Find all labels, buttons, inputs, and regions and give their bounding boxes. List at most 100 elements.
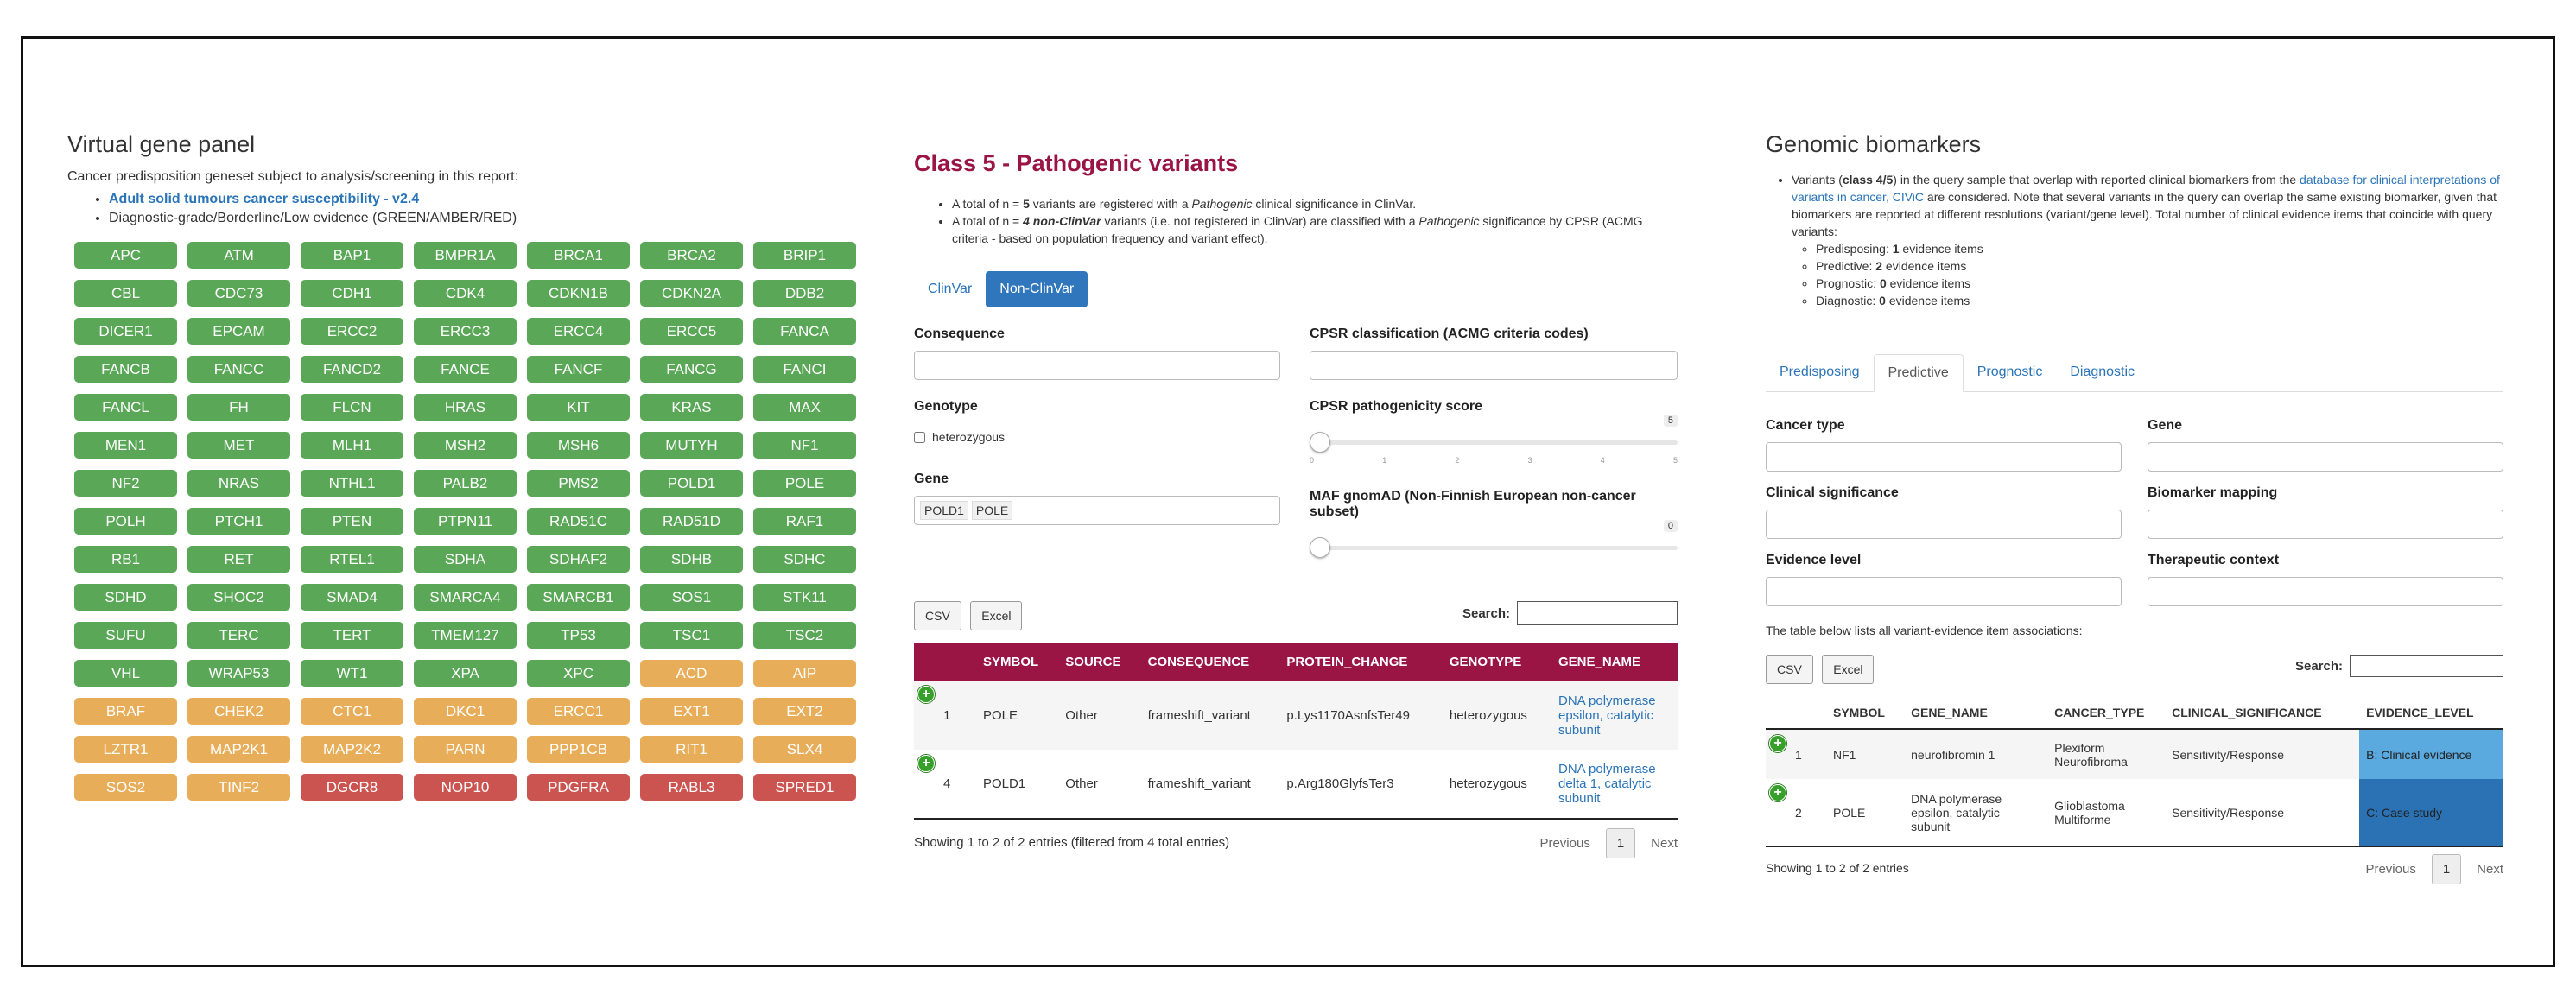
gene-pill-ppp1cb: PPP1CB xyxy=(527,736,630,763)
gene-pill-msh6: MSH6 xyxy=(527,432,630,459)
gene-tag[interactable]: POLE xyxy=(971,501,1013,520)
gene-pill-fancg: FANCG xyxy=(640,356,743,383)
prev-button[interactable]: Previous xyxy=(2365,862,2415,877)
score-slider[interactable]: 5 012345 xyxy=(1310,415,1678,465)
panel-intro: Cancer predisposition geneset subject to… xyxy=(67,169,519,184)
evidence-level-cell: C: Case study xyxy=(2359,779,2503,846)
gene-grid: APC ATM BAP1 BMPR1A BRCA1 BRCA2 BRIP1 CBL CDC73 C… xyxy=(74,242,862,801)
expand-row-icon[interactable]: + xyxy=(1769,735,1786,752)
filter-evidence-level-label: Evidence level xyxy=(1766,553,1862,567)
filter-therapeutic-context-input[interactable] xyxy=(2148,577,2503,606)
csv-button[interactable]: CSV xyxy=(914,601,961,630)
gene-pill-chek2: CHEK2 xyxy=(187,698,290,725)
col-source[interactable]: SOURCE xyxy=(1058,643,1140,681)
panel-link[interactable]: Adult solid tumours cancer susceptibilit… xyxy=(109,192,419,206)
filter-gene-label: Gene xyxy=(2148,418,2183,433)
maf-slider-handle[interactable] xyxy=(1310,537,1330,558)
excel-button[interactable]: Excel xyxy=(1822,655,1875,684)
csv-button[interactable]: CSV xyxy=(1766,655,1813,684)
search-input[interactable] xyxy=(1517,601,1678,625)
filter-gene-input[interactable] xyxy=(2148,442,2503,472)
gene-pill-rit1: RIT1 xyxy=(640,736,743,763)
filter-evidence-level-input[interactable] xyxy=(1766,577,2122,606)
col-cancer-type[interactable]: CANCER_TYPE xyxy=(2047,696,2165,729)
gene-pill-tmem127: TMEM127 xyxy=(414,622,517,649)
gene-pill-cdk4: CDK4 xyxy=(414,280,517,307)
col-evidence-level[interactable]: EVIDENCE_LEVEL xyxy=(2359,696,2503,729)
evidence-counts: Predisposing: 1 evidence items Predictiv… xyxy=(1792,240,2503,309)
prev-button[interactable]: Previous xyxy=(1539,836,1589,851)
gene-pill-tp53: TP53 xyxy=(527,622,630,649)
gene-pill-slx4: SLX4 xyxy=(753,736,856,763)
col-consequence[interactable]: CONSEQUENCE xyxy=(1141,643,1280,681)
gene-name-link[interactable]: DNA polymerase epsilon, catalytic subuni… xyxy=(1558,694,1656,738)
gene-pill-dgcr8: DGCR8 xyxy=(301,774,403,801)
page-1-button[interactable]: 1 xyxy=(2431,854,2462,884)
table-row[interactable]: +1 NF1 neurofibromin 1 Plexiform Neurofi… xyxy=(1766,729,2503,779)
table-row[interactable]: +2 POLE DNA polymerase epsilon, catalyti… xyxy=(1766,779,2503,846)
col-gene-name[interactable]: GENE_NAME xyxy=(1904,696,2047,729)
gene-pill-hras: HRAS xyxy=(414,394,517,421)
gene-pill-nop10: NOP10 xyxy=(414,774,517,801)
tab-clinvar[interactable]: ClinVar xyxy=(914,271,986,307)
gene-tag[interactable]: POLD1 xyxy=(920,501,968,520)
maf-slider[interactable]: 0 xyxy=(1310,520,1678,558)
gene-pill-fanci: FANCI xyxy=(753,356,856,383)
col-genotype[interactable]: GENOTYPE xyxy=(1443,643,1551,681)
gene-pill-sos2: SOS2 xyxy=(74,774,177,801)
class5-summary: A total of n = 5 variants are registered… xyxy=(914,195,1678,247)
next-button[interactable]: Next xyxy=(2477,862,2503,877)
search-input[interactable] xyxy=(2350,655,2503,677)
gene-pill-ptch1: PTCH1 xyxy=(187,508,290,535)
genotype-heterozygous-checkbox[interactable] xyxy=(914,431,925,443)
tab-predisposing[interactable]: Predisposing xyxy=(1766,354,1874,391)
biomarkers-section: Genomic biomarkers Variants (class 4/5) … xyxy=(1766,130,2503,889)
gene-pill-cbl: CBL xyxy=(74,280,177,307)
table-row[interactable]: +1 POLE Other frameshift_variant p.Lys11… xyxy=(914,681,1678,750)
entries-info: Showing 1 to 2 of 2 entries (filtered fr… xyxy=(914,835,1230,850)
tab-nonclinvar[interactable]: Non-ClinVar xyxy=(986,271,1088,307)
col-symbol[interactable]: SYMBOL xyxy=(1826,696,1904,729)
gene-pill-smarca4: SMARCA4 xyxy=(414,584,517,611)
expand-row-icon[interactable]: + xyxy=(1769,784,1786,801)
col-gene-name[interactable]: GENE_NAME xyxy=(1551,643,1678,681)
gene-pill-tert: TERT xyxy=(301,622,403,649)
gene-pill-xpa: XPA xyxy=(414,660,517,687)
filter-gene-input[interactable]: POLD1 POLE xyxy=(914,496,1280,525)
gene-pill-nf2: NF2 xyxy=(74,470,177,497)
filter-clinical-significance-input[interactable] xyxy=(1766,510,2122,539)
gene-pill-xpc: XPC xyxy=(527,660,630,687)
page-1-button[interactable]: 1 xyxy=(1605,828,1636,858)
filter-biomarker-mapping-input[interactable] xyxy=(2148,510,2503,539)
gene-name-link[interactable]: DNA polymerase delta 1, catalytic subuni… xyxy=(1558,762,1656,806)
filter-consequence-input[interactable] xyxy=(914,351,1280,380)
gene-pill-rtel1: RTEL1 xyxy=(301,546,403,573)
score-slider-handle[interactable] xyxy=(1310,432,1330,453)
filter-cpsr-class-input[interactable] xyxy=(1310,351,1678,380)
gene-pill-aip: AIP xyxy=(753,660,856,687)
gene-pill-pole: POLE xyxy=(753,470,856,497)
tab-diagnostic[interactable]: Diagnostic xyxy=(2056,354,2148,391)
col-symbol[interactable]: SYMBOL xyxy=(976,643,1058,681)
filter-maf-label: MAF gnomAD (Non-Finnish European non-can… xyxy=(1310,489,1636,519)
gene-pill-smad4: SMAD4 xyxy=(301,584,403,611)
tab-prognostic[interactable]: Prognostic xyxy=(1964,354,2057,391)
table-row[interactable]: +4 POLD1 Other frameshift_variant p.Arg1… xyxy=(914,750,1678,819)
col-protein-change[interactable]: PROTEIN_CHANGE xyxy=(1279,643,1443,681)
filter-cancer-type-input[interactable] xyxy=(1766,442,2122,472)
search-label: Search: xyxy=(1462,605,1510,621)
expand-row-icon[interactable]: + xyxy=(917,755,935,772)
genotype-option-label: heterozygous xyxy=(932,430,1006,444)
col-clinical-significance[interactable]: CLINICAL_SIGNIFICANCE xyxy=(2165,696,2359,729)
gene-pill-brca2: BRCA2 xyxy=(640,242,743,269)
excel-button[interactable]: Excel xyxy=(970,601,1023,630)
gene-pill-ercc5: ERCC5 xyxy=(640,318,743,345)
expand-row-icon[interactable]: + xyxy=(917,686,935,703)
filter-gene-label: Gene xyxy=(914,472,949,486)
genotype-option[interactable]: heterozygous xyxy=(914,430,1280,444)
gene-pill-ret: RET xyxy=(187,546,290,573)
next-button[interactable]: Next xyxy=(1651,836,1678,851)
biomarkers-summary: Variants (class 4/5) in the query sample… xyxy=(1766,171,2503,309)
gene-pill-bmpr1a: BMPR1A xyxy=(414,242,517,269)
tab-predictive[interactable]: Predictive xyxy=(1873,354,1964,392)
